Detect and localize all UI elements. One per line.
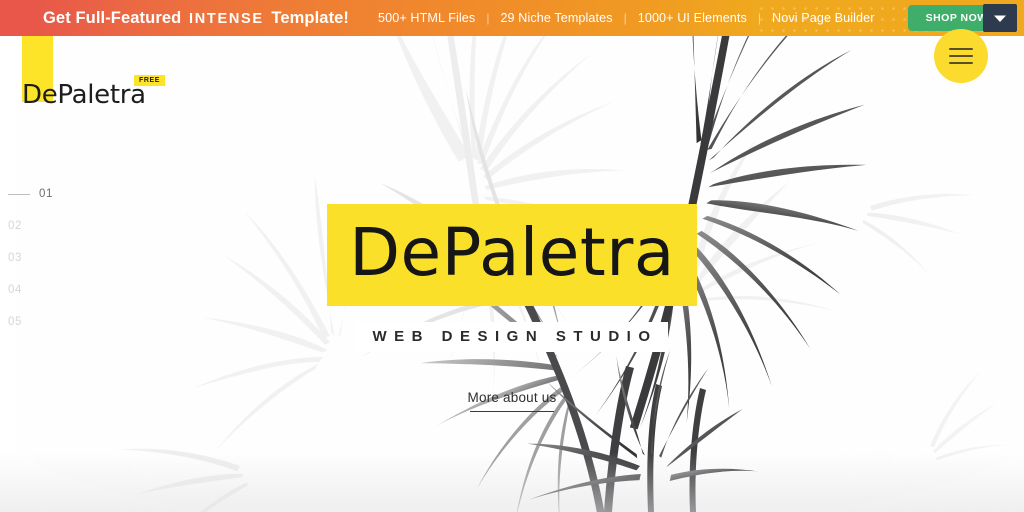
promo-headline: Get Full-Featured INTENSE Template!: [43, 9, 349, 28]
slide-pagination-nav[interactable]: 01 02 03 04 05: [0, 178, 53, 338]
hero-subtitle: WEB DESIGN STUDIO: [356, 322, 668, 352]
slide-number: 05: [8, 316, 22, 328]
sidebar-item-slide-05[interactable]: 05: [0, 306, 53, 338]
promo-feature-item: Novi Page Builder: [772, 11, 875, 25]
promo-banner: Get Full-Featured INTENSE Template! 500+…: [0, 0, 1024, 36]
active-dash-indicator: [8, 193, 30, 195]
page-root: Get Full-Featured INTENSE Template! 500+…: [0, 0, 1024, 512]
promo-banner-content: Get Full-Featured INTENSE Template! 500+…: [0, 0, 1024, 36]
hero-cta-wrapper: More about us: [468, 390, 557, 413]
sidebar-item-slide-03[interactable]: 03: [0, 242, 53, 274]
promo-feature-item: 29 Niche Templates: [500, 11, 613, 25]
promo-headline-prefix: Get Full-Featured: [43, 8, 182, 27]
slide-number: 02: [8, 220, 22, 232]
sidebar-item-slide-04[interactable]: 04: [0, 274, 53, 306]
promo-collapse-toggle[interactable]: [983, 4, 1017, 32]
promo-feature-list: 500+ HTML Files | 29 Niche Templates | 1…: [367, 11, 886, 25]
chevron-down-icon: [993, 14, 1007, 23]
more-about-us-link[interactable]: More about us: [468, 390, 557, 406]
sidebar-item-slide-01[interactable]: 01: [0, 178, 53, 210]
slide-number: 04: [8, 284, 22, 296]
site-logo[interactable]: DePaletra FREE: [22, 36, 166, 110]
logo-free-badge: FREE: [134, 75, 166, 86]
hamburger-icon-line: [949, 48, 973, 50]
hamburger-icon-line: [949, 62, 973, 64]
slide-number: 01: [39, 188, 53, 200]
sidebar-item-slide-02[interactable]: 02: [0, 210, 53, 242]
hamburger-icon-line: [949, 55, 973, 57]
cta-underline: [470, 410, 554, 413]
promo-feature-item: 1000+ UI Elements: [637, 11, 747, 25]
logo-text: DePaletra: [22, 80, 146, 110]
hamburger-menu-button[interactable]: [934, 29, 988, 83]
promo-feature-item: 500+ HTML Files: [378, 11, 476, 25]
hero-title: DePaletra: [327, 204, 697, 306]
promo-headline-suffix: Template!: [271, 8, 350, 27]
promo-headline-brand: INTENSE: [188, 10, 264, 27]
slide-number: 03: [8, 252, 22, 264]
